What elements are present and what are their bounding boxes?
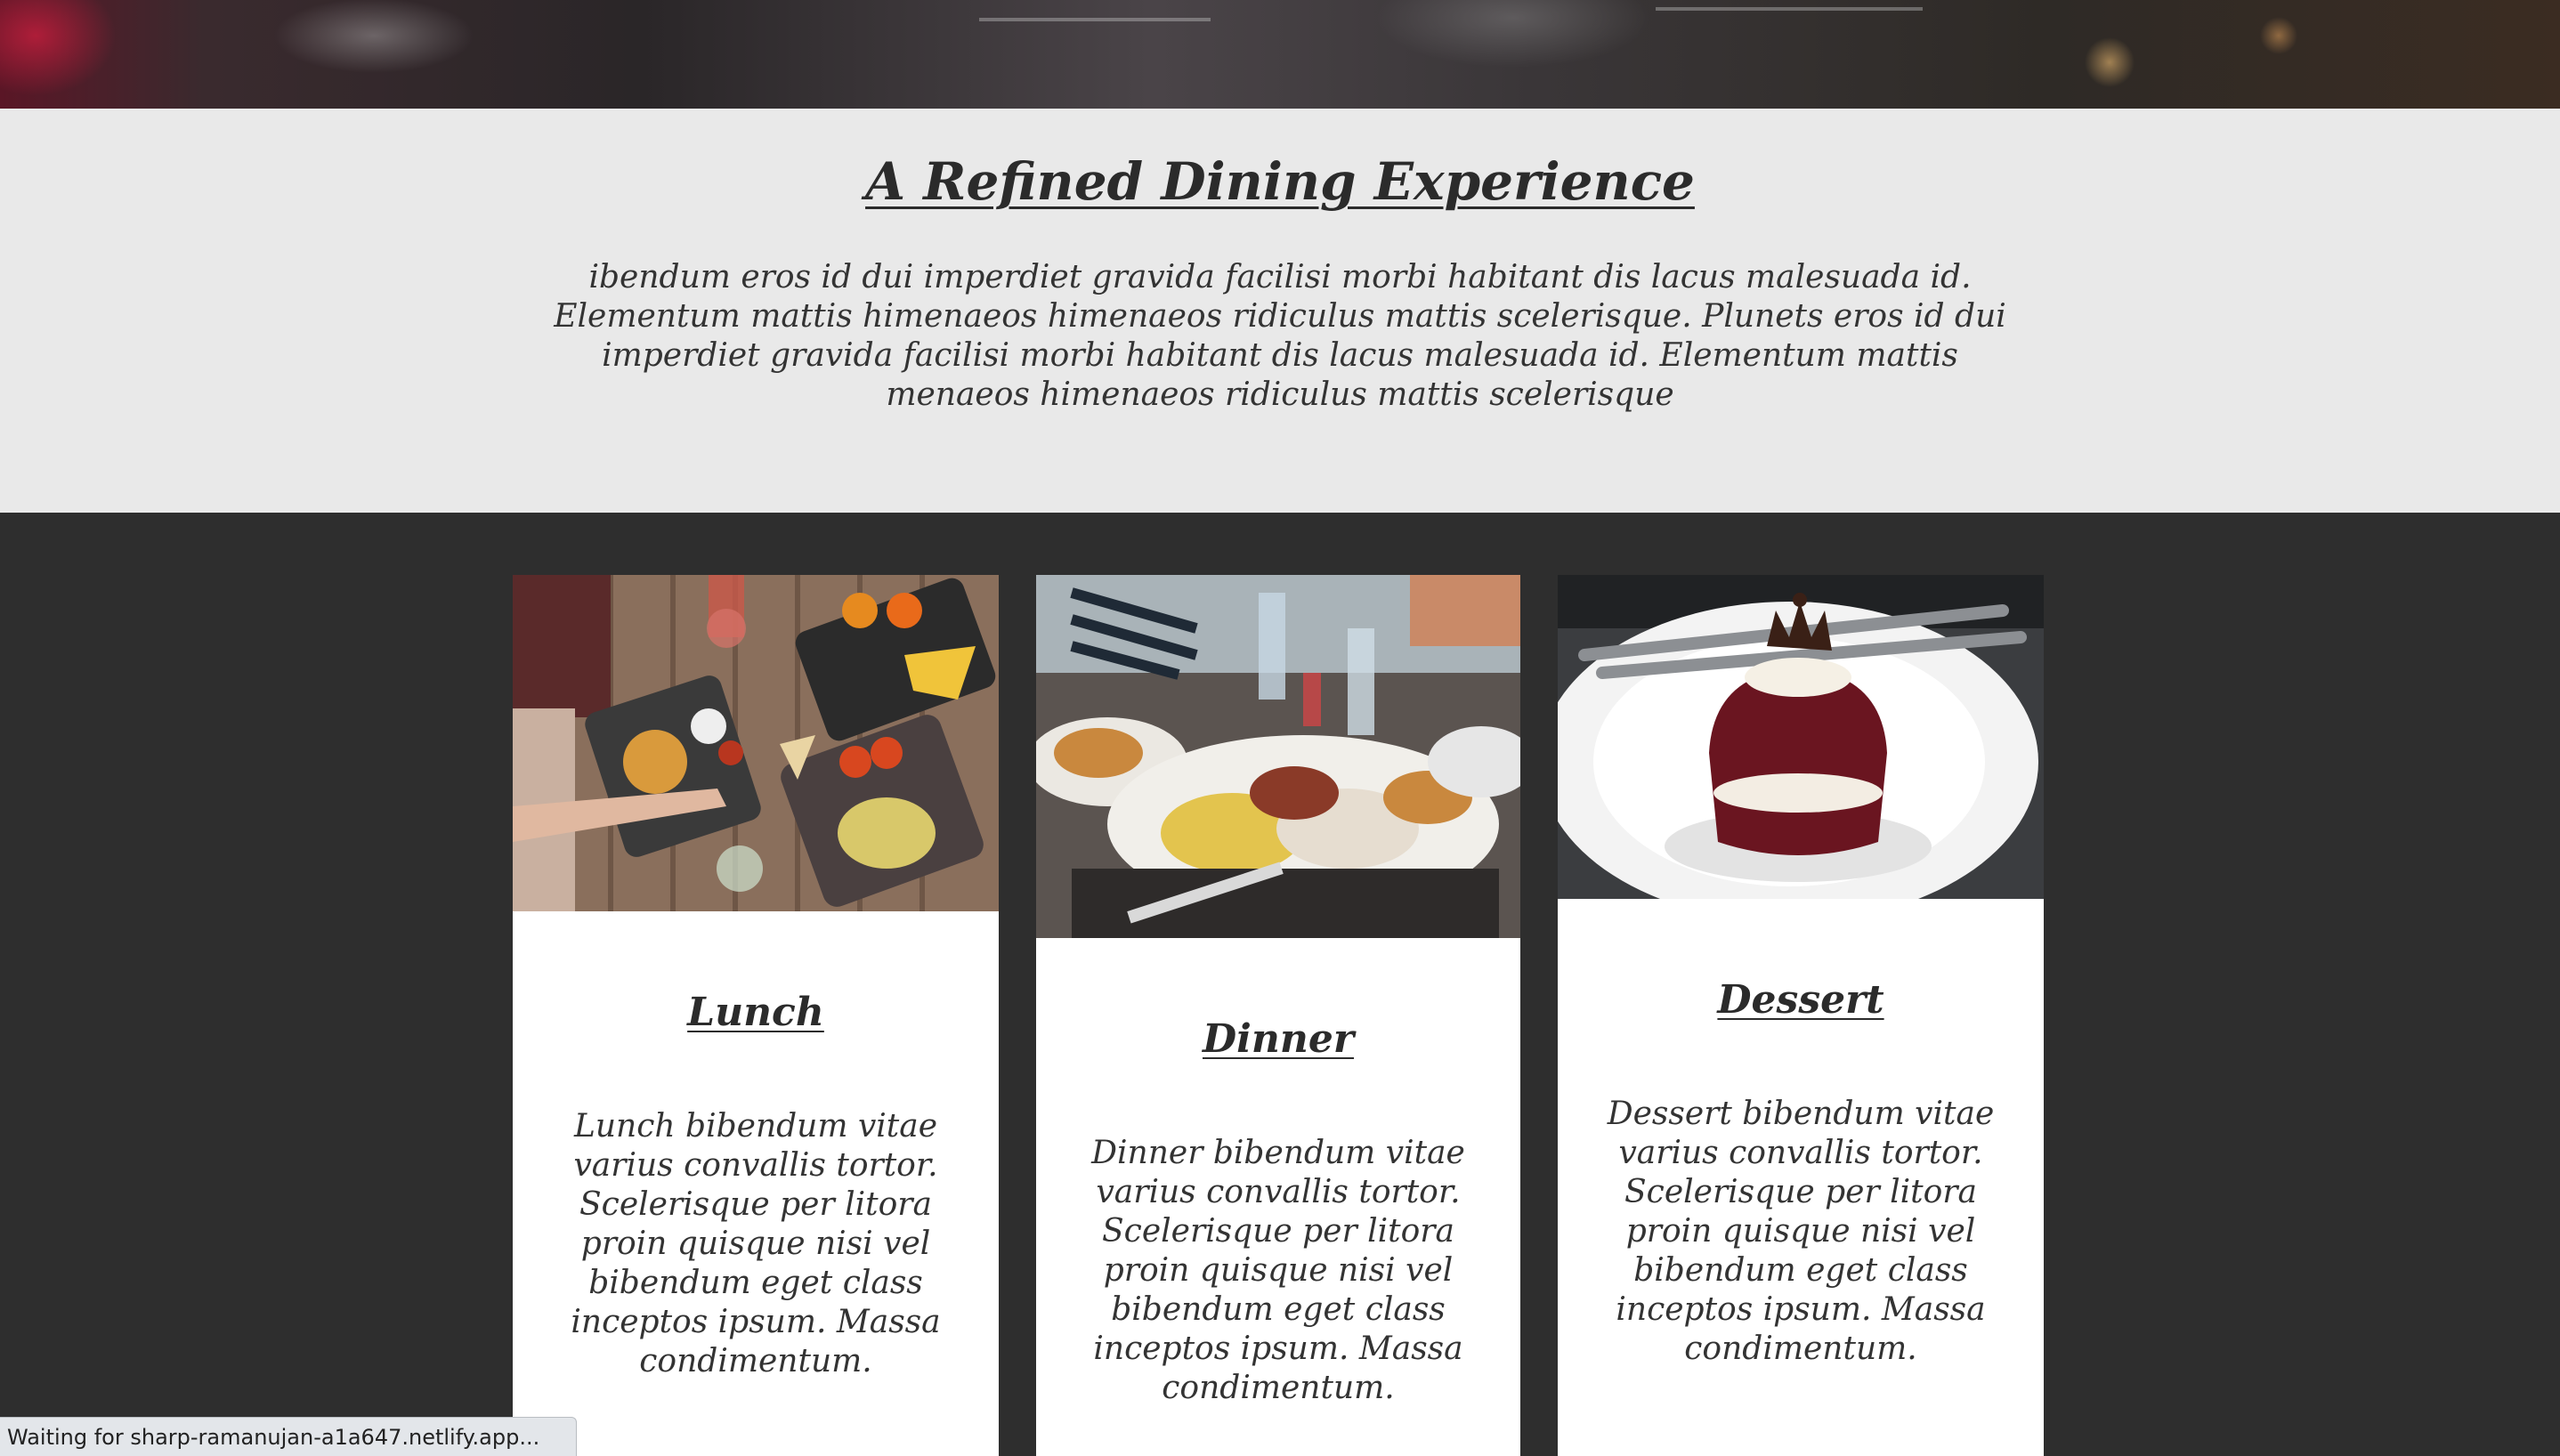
hero-banner-image bbox=[0, 0, 2560, 109]
card-description: Dessert bibendum vitae varius convallis … bbox=[1607, 1096, 1995, 1367]
card-title: Dinner bbox=[1202, 1016, 1355, 1062]
card-title: Lunch bbox=[687, 990, 824, 1035]
card-description: Lunch bibendum vitae varius convallis to… bbox=[571, 1108, 941, 1379]
card-description: Dinner bibendum vitae varius convallis t… bbox=[1091, 1135, 1465, 1406]
card-dinner: Dinner Dinner bibendum vitae varius conv… bbox=[1036, 575, 1520, 1456]
card-lunch: Lunch Lunch bibendum vitae varius conval… bbox=[513, 575, 999, 1456]
card-dessert: Dessert Dessert bibendum vitae varius co… bbox=[1558, 575, 2044, 1456]
dinner-food-photo bbox=[1036, 575, 1520, 938]
card-title: Dessert bbox=[1717, 977, 1884, 1023]
page-title: A Refined Dining Experience bbox=[865, 151, 1695, 212]
lunch-food-photo bbox=[513, 575, 999, 911]
hero-decor-line bbox=[979, 18, 1211, 21]
intro-paragraph: ibendum eros id dui imperdiet gravida fa… bbox=[554, 259, 2006, 413]
hero-decor-line bbox=[1656, 7, 1923, 11]
intro-section: A Refined Dining Experience ibendum eros… bbox=[0, 109, 2560, 513]
browser-status-bar: Waiting for sharp-ramanujan-a1a647.netli… bbox=[0, 1417, 577, 1456]
dessert-food-photo bbox=[1558, 575, 2044, 899]
